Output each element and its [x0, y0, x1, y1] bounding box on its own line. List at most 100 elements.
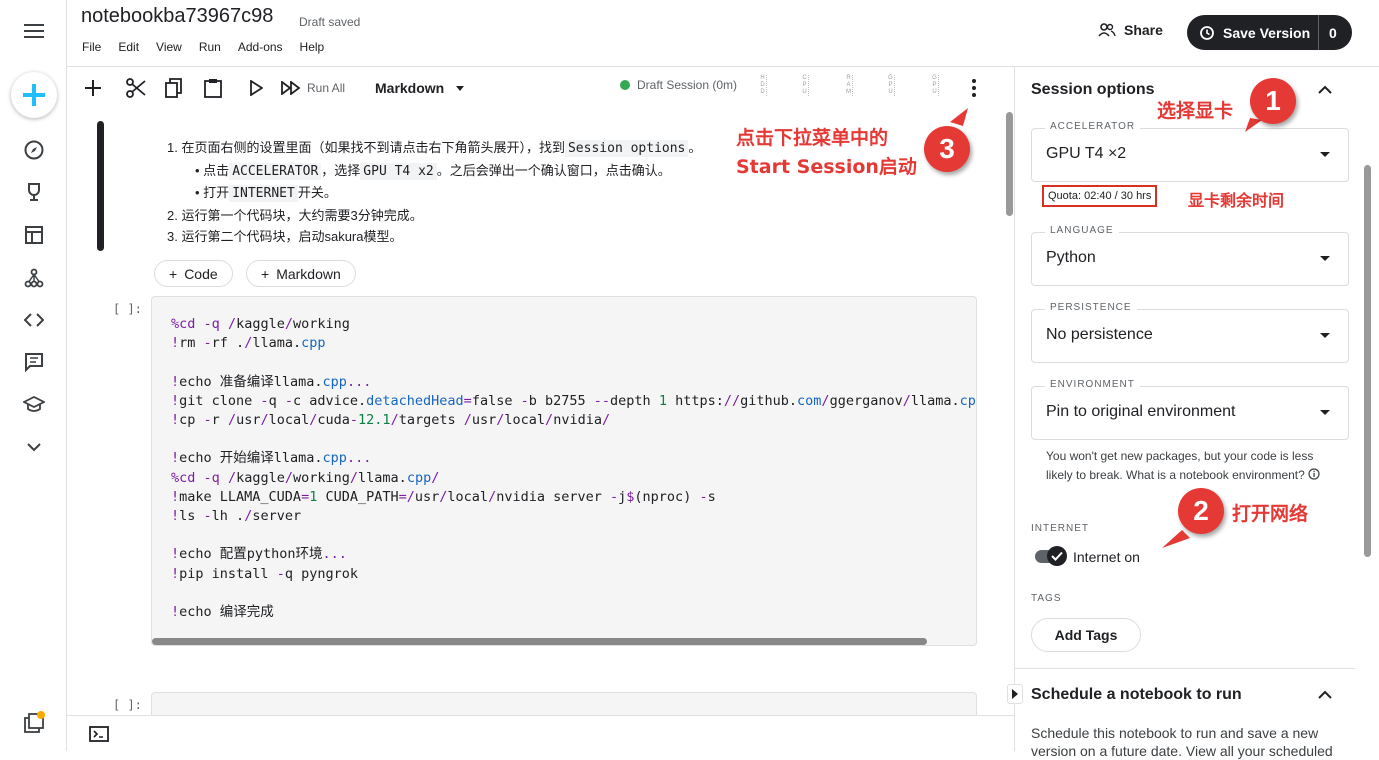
- accelerator-value: GPU T4 ×2: [1046, 145, 1127, 162]
- resource-gpu-2: GPU: [931, 75, 939, 96]
- save-status: Draft saved: [299, 15, 361, 29]
- schedule-description: Schedule this notebook to run and save a…: [1031, 724, 1351, 760]
- dropdown-arrow-icon: [1320, 256, 1330, 261]
- accelerator-select[interactable]: GPU T4 ×2: [1031, 128, 1349, 182]
- md-text: 打开: [203, 185, 230, 200]
- md-code: GPU T4 x2: [360, 162, 437, 180]
- markdown-cell[interactable]: 1. 在页面右侧的设置里面（如果找不到请点击右下角箭头展开），找到 Session…: [167, 137, 701, 248]
- environment-value: Pin to original environment: [1046, 403, 1236, 420]
- code-editor[interactable]: %cd -q /kaggle/working !rm -rf ./llama.c…: [171, 315, 976, 622]
- console-icon[interactable]: [89, 726, 109, 747]
- language-select[interactable]: Python: [1031, 232, 1349, 286]
- chevron-up-icon[interactable]: [1315, 685, 1335, 705]
- session-options-panel: Session options ACCELERATOR GPU T4 ×2 Qu…: [1007, 67, 1364, 759]
- environment-select[interactable]: Pin to original environment: [1031, 386, 1349, 440]
- run-all-button[interactable]: Run All: [281, 77, 345, 99]
- hamburger-menu-icon[interactable]: [17, 16, 51, 46]
- environment-help-text: You won't get new packages, but your cod…: [1046, 447, 1331, 485]
- md-code: Session options: [564, 140, 689, 157]
- add-cell-icon[interactable]: [85, 77, 101, 99]
- models-icon[interactable]: [17, 263, 51, 293]
- resource-cpu: CPU: [801, 75, 809, 96]
- horizontal-scrollbar[interactable]: [152, 638, 927, 645]
- history-icon: [1200, 25, 1214, 40]
- menu-file[interactable]: File: [82, 40, 101, 54]
- chevron-down-icon[interactable]: [17, 432, 51, 462]
- cell-selection-bar: [97, 121, 104, 251]
- info-icon[interactable]: [1308, 468, 1320, 480]
- md-code: ACCELERATOR: [229, 162, 322, 180]
- notebook-scrollbar[interactable]: [1006, 112, 1013, 216]
- add-markdown-cell-button[interactable]: + Markdown: [246, 260, 356, 287]
- caret-down-icon: [456, 85, 465, 91]
- section-divider: [1015, 668, 1355, 669]
- toggle-knob: [1047, 546, 1067, 566]
- annotation-quota-note: 显卡剩余时间: [1188, 191, 1285, 210]
- code-cell[interactable]: %cd -q /kaggle/working !rm -rf ./llama.c…: [151, 296, 977, 646]
- left-rail: [0, 0, 67, 751]
- notebook-title[interactable]: notebookba73967c98: [81, 5, 273, 28]
- md-text: ，选择: [321, 162, 361, 178]
- persistence-select[interactable]: No persistence: [1031, 309, 1349, 363]
- collapse-panel-button[interactable]: [1007, 684, 1023, 704]
- md-text: 开关。: [297, 185, 337, 200]
- share-button[interactable]: Share: [1098, 22, 1163, 38]
- discussion-icon[interactable]: [17, 347, 51, 377]
- dropdown-arrow-icon: [1320, 152, 1330, 157]
- session-status-text: Draft Session (0m): [637, 78, 738, 92]
- schedule-desc-text: Schedule this notebook to run and save a…: [1031, 725, 1333, 759]
- copy-icon[interactable]: [165, 77, 183, 99]
- plus-icon: +: [261, 265, 270, 282]
- tags-label: TAGS: [1031, 593, 1062, 604]
- save-version-count[interactable]: 0: [1318, 15, 1352, 50]
- paste-icon[interactable]: [204, 77, 222, 99]
- menu-view[interactable]: View: [156, 40, 182, 54]
- session-options-title: Session options: [1031, 81, 1155, 98]
- dropdown-arrow-icon: [1320, 333, 1330, 338]
- environment-help[interactable]: You won't get new packages, but your cod…: [1046, 449, 1313, 482]
- notifications-icon[interactable]: [17, 708, 51, 738]
- people-icon: [1098, 23, 1116, 37]
- cut-icon[interactable]: [126, 77, 146, 99]
- resource-ram: RAM: [846, 75, 853, 96]
- menu-run[interactable]: Run: [199, 40, 221, 54]
- run-cell-icon[interactable]: [249, 77, 263, 99]
- table-icon[interactable]: [17, 220, 51, 250]
- save-version-button[interactable]: Save Version 0: [1187, 15, 1352, 50]
- more-options-icon[interactable]: [972, 77, 976, 99]
- fast-forward-icon: [281, 81, 301, 95]
- environment-label: ENVIRONMENT: [1045, 379, 1140, 390]
- md-item-1: 在页面右侧的设置里面（如果找不到请点击右下角箭头展开），找到: [181, 140, 565, 155]
- cell-type-select[interactable]: Markdown: [375, 77, 465, 99]
- annotation-line: Start Session启动: [736, 156, 917, 178]
- persistence-label: PERSISTENCE: [1045, 302, 1137, 313]
- md-item-3: 运行第二个代码块，启动sakura模型。: [181, 229, 403, 244]
- code-icon[interactable]: [17, 305, 51, 335]
- resource-gpu-1: GPU: [887, 75, 895, 96]
- save-version-label: Save Version: [1223, 24, 1311, 41]
- md-text: 点击: [203, 162, 230, 178]
- annotation-select-gpu: 选择显卡: [1157, 100, 1234, 122]
- internet-toggle[interactable]: [1035, 546, 1067, 566]
- compass-icon[interactable]: [17, 135, 51, 165]
- code-cell[interactable]: [151, 692, 977, 715]
- add-code-cell-button[interactable]: + Code: [154, 260, 233, 287]
- persistence-value: No persistence: [1046, 326, 1153, 343]
- trophy-icon[interactable]: [17, 177, 51, 207]
- annotation-line: 点击下拉菜单中的: [736, 127, 889, 149]
- schedule-title: Schedule a notebook to run: [1031, 686, 1242, 703]
- menu-help[interactable]: Help: [300, 40, 325, 54]
- menu-edit[interactable]: Edit: [118, 40, 139, 54]
- add-tags-button[interactable]: Add Tags: [1031, 618, 1141, 652]
- share-label: Share: [1124, 22, 1163, 38]
- session-status[interactable]: Draft Session (0m): [620, 78, 737, 92]
- menu-add-ons[interactable]: Add-ons: [238, 40, 283, 54]
- learn-icon[interactable]: [17, 390, 51, 420]
- dropdown-arrow-icon: [1320, 410, 1330, 415]
- chevron-up-icon[interactable]: [1315, 80, 1335, 100]
- panel-scrollbar[interactable]: [1364, 165, 1371, 557]
- add-code-label: Code: [184, 265, 218, 282]
- create-button[interactable]: [11, 72, 57, 118]
- md-item-2: 运行第一个代码块，大约需要3分钟完成。: [181, 207, 423, 223]
- annotation-badge-2: 2: [1178, 488, 1224, 534]
